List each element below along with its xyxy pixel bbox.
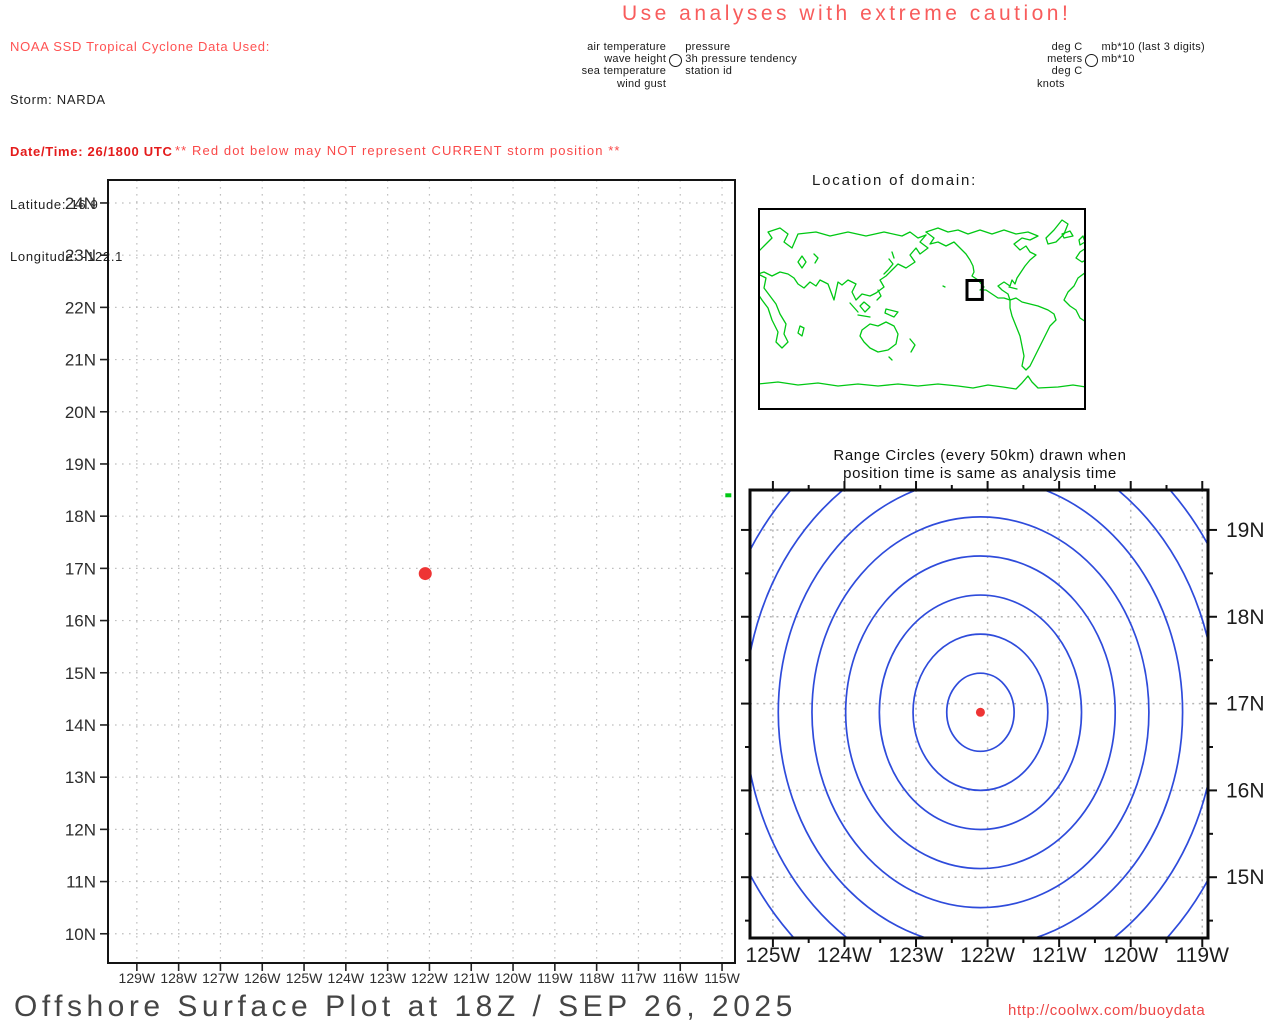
x-tick-label: 123W xyxy=(889,944,944,967)
y-tick-label: 17N xyxy=(1226,693,1265,716)
x-tick-label: 122W xyxy=(960,944,1015,967)
x-tick-label: 120W xyxy=(1103,944,1158,967)
buoydata-page: NOAA SSD Tropical Cyclone Data Used: Sto… xyxy=(0,0,1280,1024)
x-tick-label: 124W xyxy=(817,944,872,967)
x-tick-label: 119W xyxy=(1176,944,1229,967)
storm-position-dot xyxy=(975,707,985,717)
plot-main-title: Offshore Surface Plot at 18Z / SEP 26, 2… xyxy=(14,990,797,1023)
range-circles-plot: 125W 124W 123W 122W 121W 120W 119W 15N 16N 17N 18N… xyxy=(677,361,1280,1024)
x-tick-label: 121W xyxy=(1032,944,1087,967)
range-circle-450km xyxy=(677,361,1280,1024)
y-tick-label: 16N xyxy=(1226,779,1265,802)
x-tick-label: 125W xyxy=(745,944,800,967)
range-rings-group xyxy=(677,361,1280,1024)
domain-location-map xyxy=(758,208,1086,410)
y-tick-label: 15N xyxy=(1226,866,1265,889)
world-map-coastlines xyxy=(758,219,1086,390)
y-tick-label: 19N xyxy=(1226,519,1265,542)
site-url-link[interactable]: http://coolwx.com/buoydata xyxy=(1008,1002,1205,1019)
y-tick-label: 18N xyxy=(1226,606,1265,629)
